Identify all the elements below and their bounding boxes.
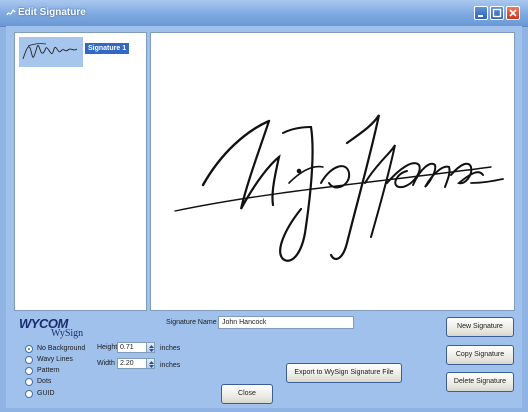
signature-item-label: Signature 1 [85, 43, 130, 54]
close-window-button[interactable] [506, 6, 520, 20]
minimize-icon [478, 15, 483, 17]
height-spinner[interactable] [146, 342, 155, 353]
close-button[interactable]: Close [221, 384, 273, 404]
width-label: Width [97, 360, 115, 367]
spinner-arrows-icon [149, 345, 154, 352]
radio-icon[interactable] [25, 378, 33, 386]
wysign-logo: WYCOM WySign [19, 316, 89, 342]
title-bar[interactable]: Edit Signature [0, 0, 528, 27]
copy-signature-button[interactable]: Copy Signature [446, 345, 514, 365]
delete-signature-button[interactable]: Delete Signature [446, 372, 514, 392]
edit-signature-window: Edit Signature Signature 1 WYCOM WySign … [0, 0, 528, 412]
logo-product: WySign [51, 328, 84, 339]
list-item[interactable]: Signature 1 [19, 37, 130, 67]
radio-label: Pattern [37, 367, 60, 374]
window-title: Edit Signature [18, 7, 86, 18]
minimize-button[interactable] [474, 6, 488, 20]
radio-icon[interactable] [25, 390, 33, 398]
signature-thumbnail [19, 37, 83, 67]
radio-label: No Background [37, 345, 86, 352]
maximize-icon [492, 8, 502, 18]
signature-name-label: Signature Name [166, 319, 217, 326]
radio-icon[interactable] [25, 356, 33, 364]
maximize-button[interactable] [490, 6, 504, 20]
signature-app-icon [6, 9, 16, 16]
radio-label: GUID [37, 390, 55, 397]
signature-list[interactable]: Signature 1 [14, 32, 147, 311]
width-input[interactable]: 2.20 [117, 358, 147, 369]
new-signature-button[interactable]: New Signature [446, 317, 514, 337]
radio-label: Dots [37, 378, 52, 385]
height-unit: inches [160, 345, 181, 352]
signature-drawing [174, 114, 504, 262]
close-icon [509, 9, 517, 17]
height-label: Height [97, 344, 118, 351]
height-input[interactable]: 0.71 [117, 342, 147, 353]
signature-name-input[interactable]: John Hancock [218, 316, 354, 329]
radio-label: Wavy Lines [37, 356, 73, 363]
radio-checked-icon[interactable] [25, 345, 33, 353]
width-unit: inches [160, 362, 181, 369]
width-spinner[interactable] [146, 358, 155, 369]
radio-icon[interactable] [25, 367, 33, 375]
signature-preview [150, 32, 515, 311]
export-button[interactable]: Export to WySign Signature File [286, 363, 402, 383]
spinner-arrows-icon [149, 361, 154, 368]
